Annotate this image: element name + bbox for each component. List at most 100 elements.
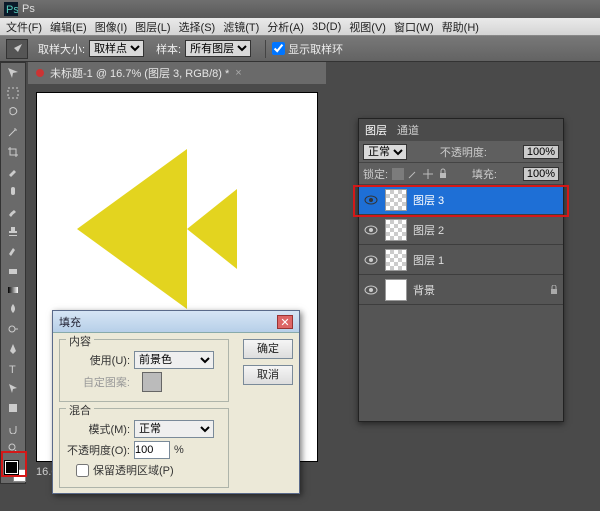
sample-select[interactable]: 所有图层 <box>185 40 251 57</box>
lock-all-icon[interactable] <box>437 168 449 180</box>
layer-thumb[interactable] <box>385 279 407 301</box>
menu-layer[interactable]: 图层(L) <box>135 19 170 35</box>
sample-size-select[interactable]: 取样点 <box>89 40 144 57</box>
menu-3d[interactable]: 3D(D) <box>312 21 341 33</box>
layers-panel: 图层 通道 正常 不透明度: 100% 锁定: 填充: 100% 图层 3 图层… <box>358 118 564 422</box>
layer-thumb[interactable] <box>385 189 407 211</box>
stamp-tool-icon[interactable] <box>1 221 25 241</box>
custom-pattern-label: 自定图案: <box>66 374 130 390</box>
tool-preset-icon[interactable] <box>6 39 28 59</box>
close-dot-icon[interactable] <box>36 69 44 77</box>
menu-select[interactable]: 选择(S) <box>179 19 216 35</box>
document-title: 未标题-1 @ 16.7% (图层 3, RGB/8) * <box>50 65 229 81</box>
group-content-label: 内容 <box>66 333 94 349</box>
layer-row[interactable]: 图层 3 <box>359 185 563 215</box>
pen-tool-icon[interactable] <box>1 339 25 359</box>
use-select[interactable]: 前景色 <box>134 351 214 369</box>
layer-row[interactable]: 背景 <box>359 275 563 305</box>
move-tool-icon[interactable] <box>1 63 25 83</box>
lock-icon <box>549 285 559 295</box>
crop-tool-icon[interactable] <box>1 142 25 162</box>
cancel-button[interactable]: 取消 <box>243 365 293 385</box>
foreground-color[interactable] <box>5 461 18 474</box>
options-bar: 取样大小: 取样点 样本: 所有图层 显示取样环 <box>0 36 600 62</box>
layer-name: 图层 3 <box>413 192 444 208</box>
opacity-label: 不透明度: <box>440 144 487 160</box>
use-label: 使用(U): <box>66 352 130 368</box>
close-icon[interactable]: ✕ <box>277 315 293 329</box>
marquee-tool-icon[interactable] <box>1 83 25 103</box>
preserve-checkbox[interactable] <box>76 464 89 477</box>
menu-window[interactable]: 窗口(W) <box>394 19 434 35</box>
eraser-tool-icon[interactable] <box>1 260 25 280</box>
app-icon: Ps <box>4 2 18 16</box>
lock-paint-icon[interactable] <box>407 168 419 180</box>
separator <box>265 40 266 58</box>
tab-layers[interactable]: 图层 <box>365 122 387 138</box>
menu-filter[interactable]: 滤镜(T) <box>223 19 259 35</box>
dlg-opacity-label: 不透明度(O): <box>66 442 130 458</box>
svg-text:Ps: Ps <box>6 4 18 16</box>
fill-label: 填充: <box>472 166 497 182</box>
mode-label: 模式(M): <box>66 421 130 437</box>
wand-tool-icon[interactable] <box>1 122 25 142</box>
visibility-icon[interactable] <box>363 192 379 208</box>
zoom-tool-icon[interactable] <box>1 438 25 458</box>
layer-name: 图层 1 <box>413 252 444 268</box>
ok-button[interactable]: 确定 <box>243 339 293 359</box>
lock-transparent-icon[interactable] <box>392 168 404 180</box>
lasso-tool-icon[interactable] <box>1 102 25 122</box>
menu-view[interactable]: 视图(V) <box>349 19 386 35</box>
group-blend-label: 混合 <box>66 402 94 418</box>
brush-tool-icon[interactable] <box>1 201 25 221</box>
path-select-icon[interactable] <box>1 379 25 399</box>
menu-help[interactable]: 帮助(H) <box>442 19 479 35</box>
hand-tool-icon[interactable] <box>1 418 25 438</box>
lock-row: 锁定: 填充: 100% <box>359 163 563 185</box>
layer-name: 背景 <box>413 282 435 298</box>
blur-tool-icon[interactable] <box>1 300 25 320</box>
show-ring-checkbox[interactable] <box>272 42 285 55</box>
dialog-titlebar[interactable]: 填充 ✕ <box>53 311 299 333</box>
visibility-icon[interactable] <box>363 252 379 268</box>
tab-close-icon[interactable]: × <box>235 67 241 79</box>
layer-thumb[interactable] <box>385 249 407 271</box>
document-tab[interactable]: 未标题-1 @ 16.7% (图层 3, RGB/8) * × <box>28 62 326 84</box>
heal-tool-icon[interactable] <box>1 181 25 201</box>
mode-select[interactable]: 正常 <box>134 420 214 438</box>
menu-bar[interactable]: 文件(F) 编辑(E) 图像(I) 图层(L) 选择(S) 滤镜(T) 分析(A… <box>0 18 600 36</box>
eyedropper-tool-icon[interactable] <box>1 162 25 182</box>
menu-analysis[interactable]: 分析(A) <box>267 19 304 35</box>
menu-image[interactable]: 图像(I) <box>95 19 127 35</box>
visibility-icon[interactable] <box>363 222 379 238</box>
fish-shape-icon <box>77 149 247 309</box>
dlg-opacity-input[interactable] <box>134 441 170 459</box>
tab-channels[interactable]: 通道 <box>397 122 419 138</box>
pct-label: % <box>174 444 184 456</box>
panel-tabs: 图层 通道 <box>359 119 563 141</box>
layer-row[interactable]: 图层 2 <box>359 215 563 245</box>
blend-mode-select[interactable]: 正常 <box>363 144 407 160</box>
shape-tool-icon[interactable] <box>1 398 25 418</box>
layer-name: 图层 2 <box>413 222 444 238</box>
menu-edit[interactable]: 编辑(E) <box>50 19 87 35</box>
fill-dialog: 填充 ✕ 确定 取消 内容 使用(U): 前景色 自定图案: 混合 模式(M):… <box>52 310 300 494</box>
pattern-swatch <box>142 372 162 392</box>
lock-icons[interactable] <box>392 168 449 180</box>
gradient-tool-icon[interactable] <box>1 280 25 300</box>
type-tool-icon[interactable]: T <box>1 359 25 379</box>
dialog-title: 填充 <box>59 314 81 330</box>
app-title: Ps <box>22 3 35 15</box>
dodge-tool-icon[interactable] <box>1 319 25 339</box>
layer-row[interactable]: 图层 1 <box>359 245 563 275</box>
sample-label: 样本: <box>156 41 181 57</box>
layer-thumb[interactable] <box>385 219 407 241</box>
color-swatch[interactable] <box>5 461 23 479</box>
menu-file[interactable]: 文件(F) <box>6 19 42 35</box>
history-brush-icon[interactable] <box>1 240 25 260</box>
blend-row: 正常 不透明度: 100% <box>359 141 563 163</box>
fill-value[interactable]: 100% <box>523 167 559 181</box>
visibility-icon[interactable] <box>363 282 379 298</box>
opacity-value[interactable]: 100% <box>523 145 559 159</box>
lock-move-icon[interactable] <box>422 168 434 180</box>
